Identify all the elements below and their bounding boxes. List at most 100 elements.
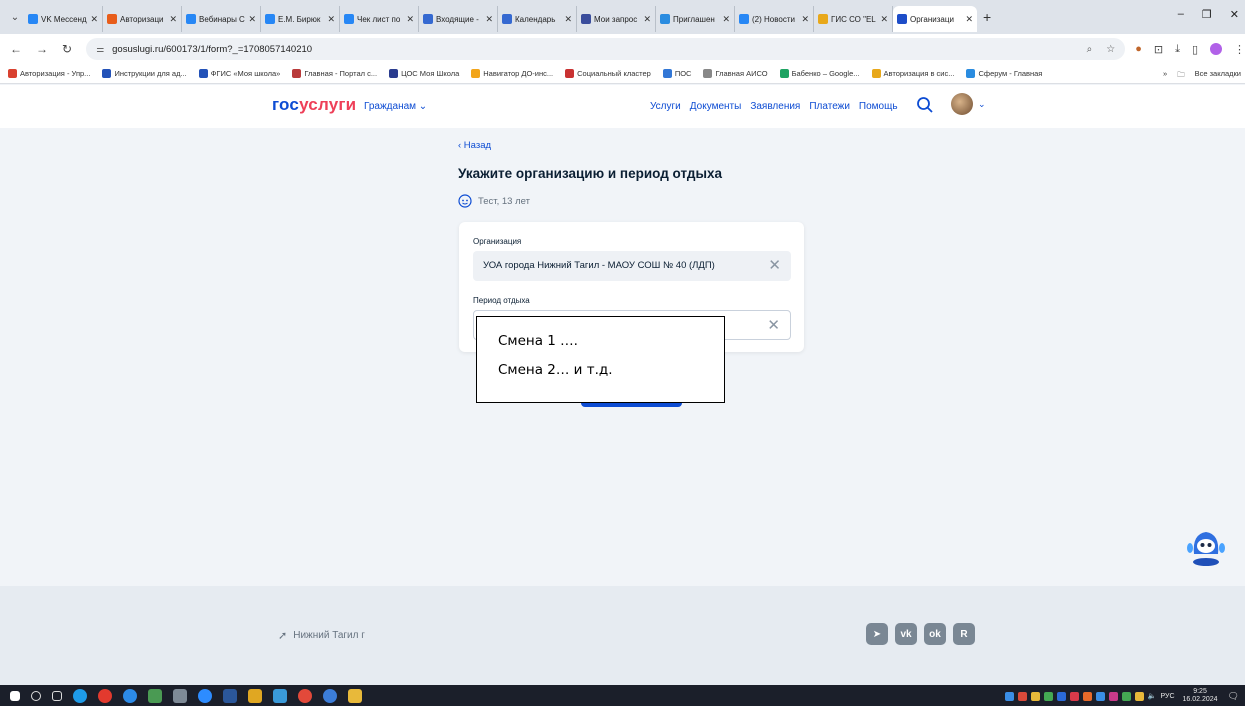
new-tab-icon[interactable]: + xyxy=(983,9,991,25)
nav-link[interactable]: Заявления xyxy=(750,101,800,112)
user-avatar[interactable] xyxy=(951,93,973,115)
back-link[interactable]: ‹ Назад xyxy=(458,140,491,151)
app-icon-5[interactable] xyxy=(323,688,337,703)
app-icon-3[interactable] xyxy=(248,688,262,703)
nav-link[interactable]: Помощь xyxy=(859,101,898,112)
clock[interactable]: 9:25 16.02.2024 xyxy=(1183,688,1218,704)
bookmark-star-icon[interactable]: ☆ xyxy=(1106,44,1115,55)
tray-icon[interactable] xyxy=(1121,691,1131,701)
clear-period-icon[interactable]: ✕ xyxy=(767,316,780,334)
task-view-icon[interactable] xyxy=(52,690,62,701)
download-icon[interactable]: ⤓ xyxy=(1175,43,1180,56)
close-window-icon[interactable]: ✕ xyxy=(1230,8,1239,21)
skype-icon[interactable] xyxy=(73,688,87,703)
all-bookmarks-button[interactable]: Все закладки xyxy=(1195,69,1241,82)
language-indicator[interactable]: РУС xyxy=(1160,693,1174,700)
clear-organization-icon[interactable]: ✕ xyxy=(768,256,781,274)
profile-avatar-icon[interactable] xyxy=(1210,43,1222,55)
rutube-icon[interactable]: R xyxy=(953,623,975,645)
opera-icon[interactable] xyxy=(98,688,112,703)
tray-icon[interactable] xyxy=(1030,691,1040,701)
bookmark-item[interactable]: ЦОС Моя Школа xyxy=(389,69,459,78)
bookmark-item[interactable]: Бабенко – Google... xyxy=(779,69,860,78)
tray-icon[interactable] xyxy=(1082,691,1092,701)
bookmark-item[interactable]: ФГИС «Моя школа» xyxy=(198,69,280,78)
app-icon-2[interactable] xyxy=(173,688,187,703)
tray-icon[interactable] xyxy=(1108,691,1118,701)
browser-tab[interactable]: Е.М. Бирюк ✕ xyxy=(261,6,340,32)
word-icon[interactable] xyxy=(223,688,237,703)
nav-link[interactable]: Документы xyxy=(690,101,742,112)
telegram-icon[interactable]: ➤ xyxy=(866,623,888,645)
browser-tab[interactable]: Приглашен ✕ xyxy=(656,6,735,32)
browser-tab[interactable]: Вебинары С ✕ xyxy=(182,6,261,32)
vk-icon[interactable]: vk xyxy=(895,623,917,645)
tab-close-icon[interactable]: ✕ xyxy=(406,14,414,25)
app-icon-1[interactable] xyxy=(148,688,162,703)
bookmarks-more-button[interactable]: » xyxy=(1163,69,1167,82)
odnoklassniki-icon[interactable]: ok xyxy=(924,623,946,645)
tray-icon[interactable] xyxy=(1004,691,1014,701)
tab-close-icon[interactable]: ✕ xyxy=(965,14,973,25)
chevron-down-icon[interactable]: ⌄ xyxy=(978,99,986,110)
zoom-icon[interactable]: ⌕ xyxy=(1087,44,1093,55)
bookmark-item[interactable]: Главная АИСО xyxy=(703,69,768,78)
extension-icon[interactable]: ● xyxy=(1135,43,1142,55)
nav-link[interactable]: Платежи xyxy=(809,101,850,112)
organization-field[interactable]: УОА города Нижний Тагил - МАОУ СОШ № 40 … xyxy=(473,251,791,281)
nav-link[interactable]: Услуги xyxy=(650,101,681,112)
tab-close-icon[interactable]: ✕ xyxy=(327,14,335,25)
extensions-puzzle-icon[interactable]: ⊡ xyxy=(1154,43,1163,56)
bookmark-item[interactable]: Инструкции для ад... xyxy=(102,69,187,78)
tray-icon[interactable] xyxy=(1056,691,1066,701)
tray-icon[interactable] xyxy=(1095,691,1105,701)
browser-tab[interactable]: Авторизаци ✕ xyxy=(103,6,182,32)
tab-close-icon[interactable]: ✕ xyxy=(90,14,98,25)
bookmark-item[interactable]: Авторизация - Упр... xyxy=(8,69,90,78)
taskbar-search-icon[interactable] xyxy=(31,690,41,701)
citizen-menu-dropdown[interactable]: Гражданам ⌄ xyxy=(364,101,427,112)
search-icon[interactable] xyxy=(916,96,934,114)
location-selector[interactable]: ➚ Нижний Тагил г xyxy=(278,629,365,642)
bookmark-item[interactable]: Авторизация в сис... xyxy=(871,69,954,78)
side-panel-icon[interactable]: ▯ xyxy=(1192,43,1198,56)
bookmark-item[interactable]: Сферум - Главная xyxy=(966,69,1042,78)
tab-close-icon[interactable]: ✕ xyxy=(801,14,809,25)
menu-kebab-icon[interactable]: ⋮ xyxy=(1234,43,1245,56)
edge-icon[interactable] xyxy=(123,688,137,703)
explorer-icon[interactable] xyxy=(348,688,362,703)
tab-close-icon[interactable]: ✕ xyxy=(169,14,177,25)
assistant-robot-icon[interactable] xyxy=(1184,524,1228,568)
zoom-app-icon[interactable] xyxy=(198,688,212,703)
tab-close-icon[interactable]: ✕ xyxy=(248,14,256,25)
tray-icon[interactable] xyxy=(1069,691,1079,701)
reload-icon[interactable]: ↻ xyxy=(62,42,72,56)
minimize-icon[interactable]: – xyxy=(1178,8,1184,21)
browser-tab[interactable]: Календарь ✕ xyxy=(498,6,577,32)
tab-close-icon[interactable]: ✕ xyxy=(643,14,651,25)
forward-arrow-icon[interactable]: → xyxy=(36,42,48,56)
gosuslugi-logo[interactable]: госуслуги xyxy=(272,95,356,115)
maximize-icon[interactable]: ❐ xyxy=(1202,8,1212,21)
notifications-icon[interactable]: 🗨 xyxy=(1228,691,1239,702)
chrome-icon[interactable] xyxy=(298,688,312,703)
tray-icon[interactable] xyxy=(1017,691,1027,701)
bookmark-item[interactable]: Социальный кластер xyxy=(565,69,651,78)
tray-icon[interactable] xyxy=(1134,691,1144,701)
tab-close-icon[interactable]: ✕ xyxy=(564,14,572,25)
browser-tab[interactable]: Входящие - ✕ xyxy=(419,6,498,32)
start-icon[interactable] xyxy=(10,690,20,701)
browser-tab[interactable]: VK Мессенд ✕ xyxy=(24,6,103,32)
volume-icon[interactable]: 🔈 xyxy=(1148,692,1157,700)
back-arrow-icon[interactable]: ← xyxy=(10,42,22,56)
app-icon-4[interactable] xyxy=(273,688,287,703)
tab-search-dropdown-icon[interactable]: ⌄ xyxy=(6,8,24,26)
site-settings-icon[interactable]: ⚌ xyxy=(96,44,104,55)
bookmark-item[interactable]: ПОС xyxy=(662,69,691,78)
tray-icon[interactable] xyxy=(1043,691,1053,701)
url-bar[interactable]: ⚌ gosuslugi.ru/600173/1/form?_=170805714… xyxy=(86,38,1126,60)
tab-close-icon[interactable]: ✕ xyxy=(485,14,493,25)
browser-tab[interactable]: Чек лист по ✕ xyxy=(340,6,419,32)
browser-tab[interactable]: (2) Новости ✕ xyxy=(735,6,814,32)
tab-close-icon[interactable]: ✕ xyxy=(880,14,888,25)
